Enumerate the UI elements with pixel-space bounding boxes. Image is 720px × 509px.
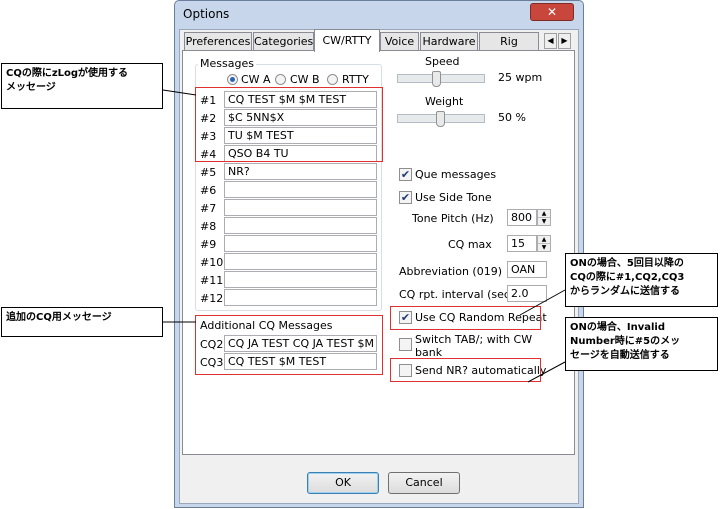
callout-send-nr-line3: セージを自動送信する [570, 350, 670, 361]
connector-random-repeat [519, 289, 566, 316]
callout-send-nr-line2: Number時に#5のメッ [570, 336, 681, 347]
connector-cq-messages [162, 89, 197, 96]
connector-send-nr [527, 361, 566, 383]
callout-random-repeat-line3: からランダムに送信する [570, 286, 680, 297]
callout-cq-messages-line1: CQの際にzLogが使用する [6, 68, 129, 79]
callout-additional-cq-text: 追加のCQ用メッセージ [6, 312, 112, 323]
callout-send-nr-line1: ONの場合、Invalid [570, 322, 665, 333]
callout-send-nr: ONの場合、Invalid Number時に#5のメッ セージを自動送信する [565, 317, 718, 371]
callout-random-repeat-line2: CQの際に#1,CQ2,CQ3 [570, 272, 685, 283]
callout-additional-cq: 追加のCQ用メッセージ [1, 307, 163, 337]
callout-random-repeat: ONの場合、5回目以降の CQの際に#1,CQ2,CQ3 からランダムに送信する [565, 253, 718, 307]
callout-cq-messages-line2: メッセージ [6, 82, 56, 93]
callout-random-repeat-line1: ONの場合、5回目以降の [570, 258, 684, 269]
callout-cq-messages: CQの際にzLogが使用する メッセージ [1, 63, 163, 109]
